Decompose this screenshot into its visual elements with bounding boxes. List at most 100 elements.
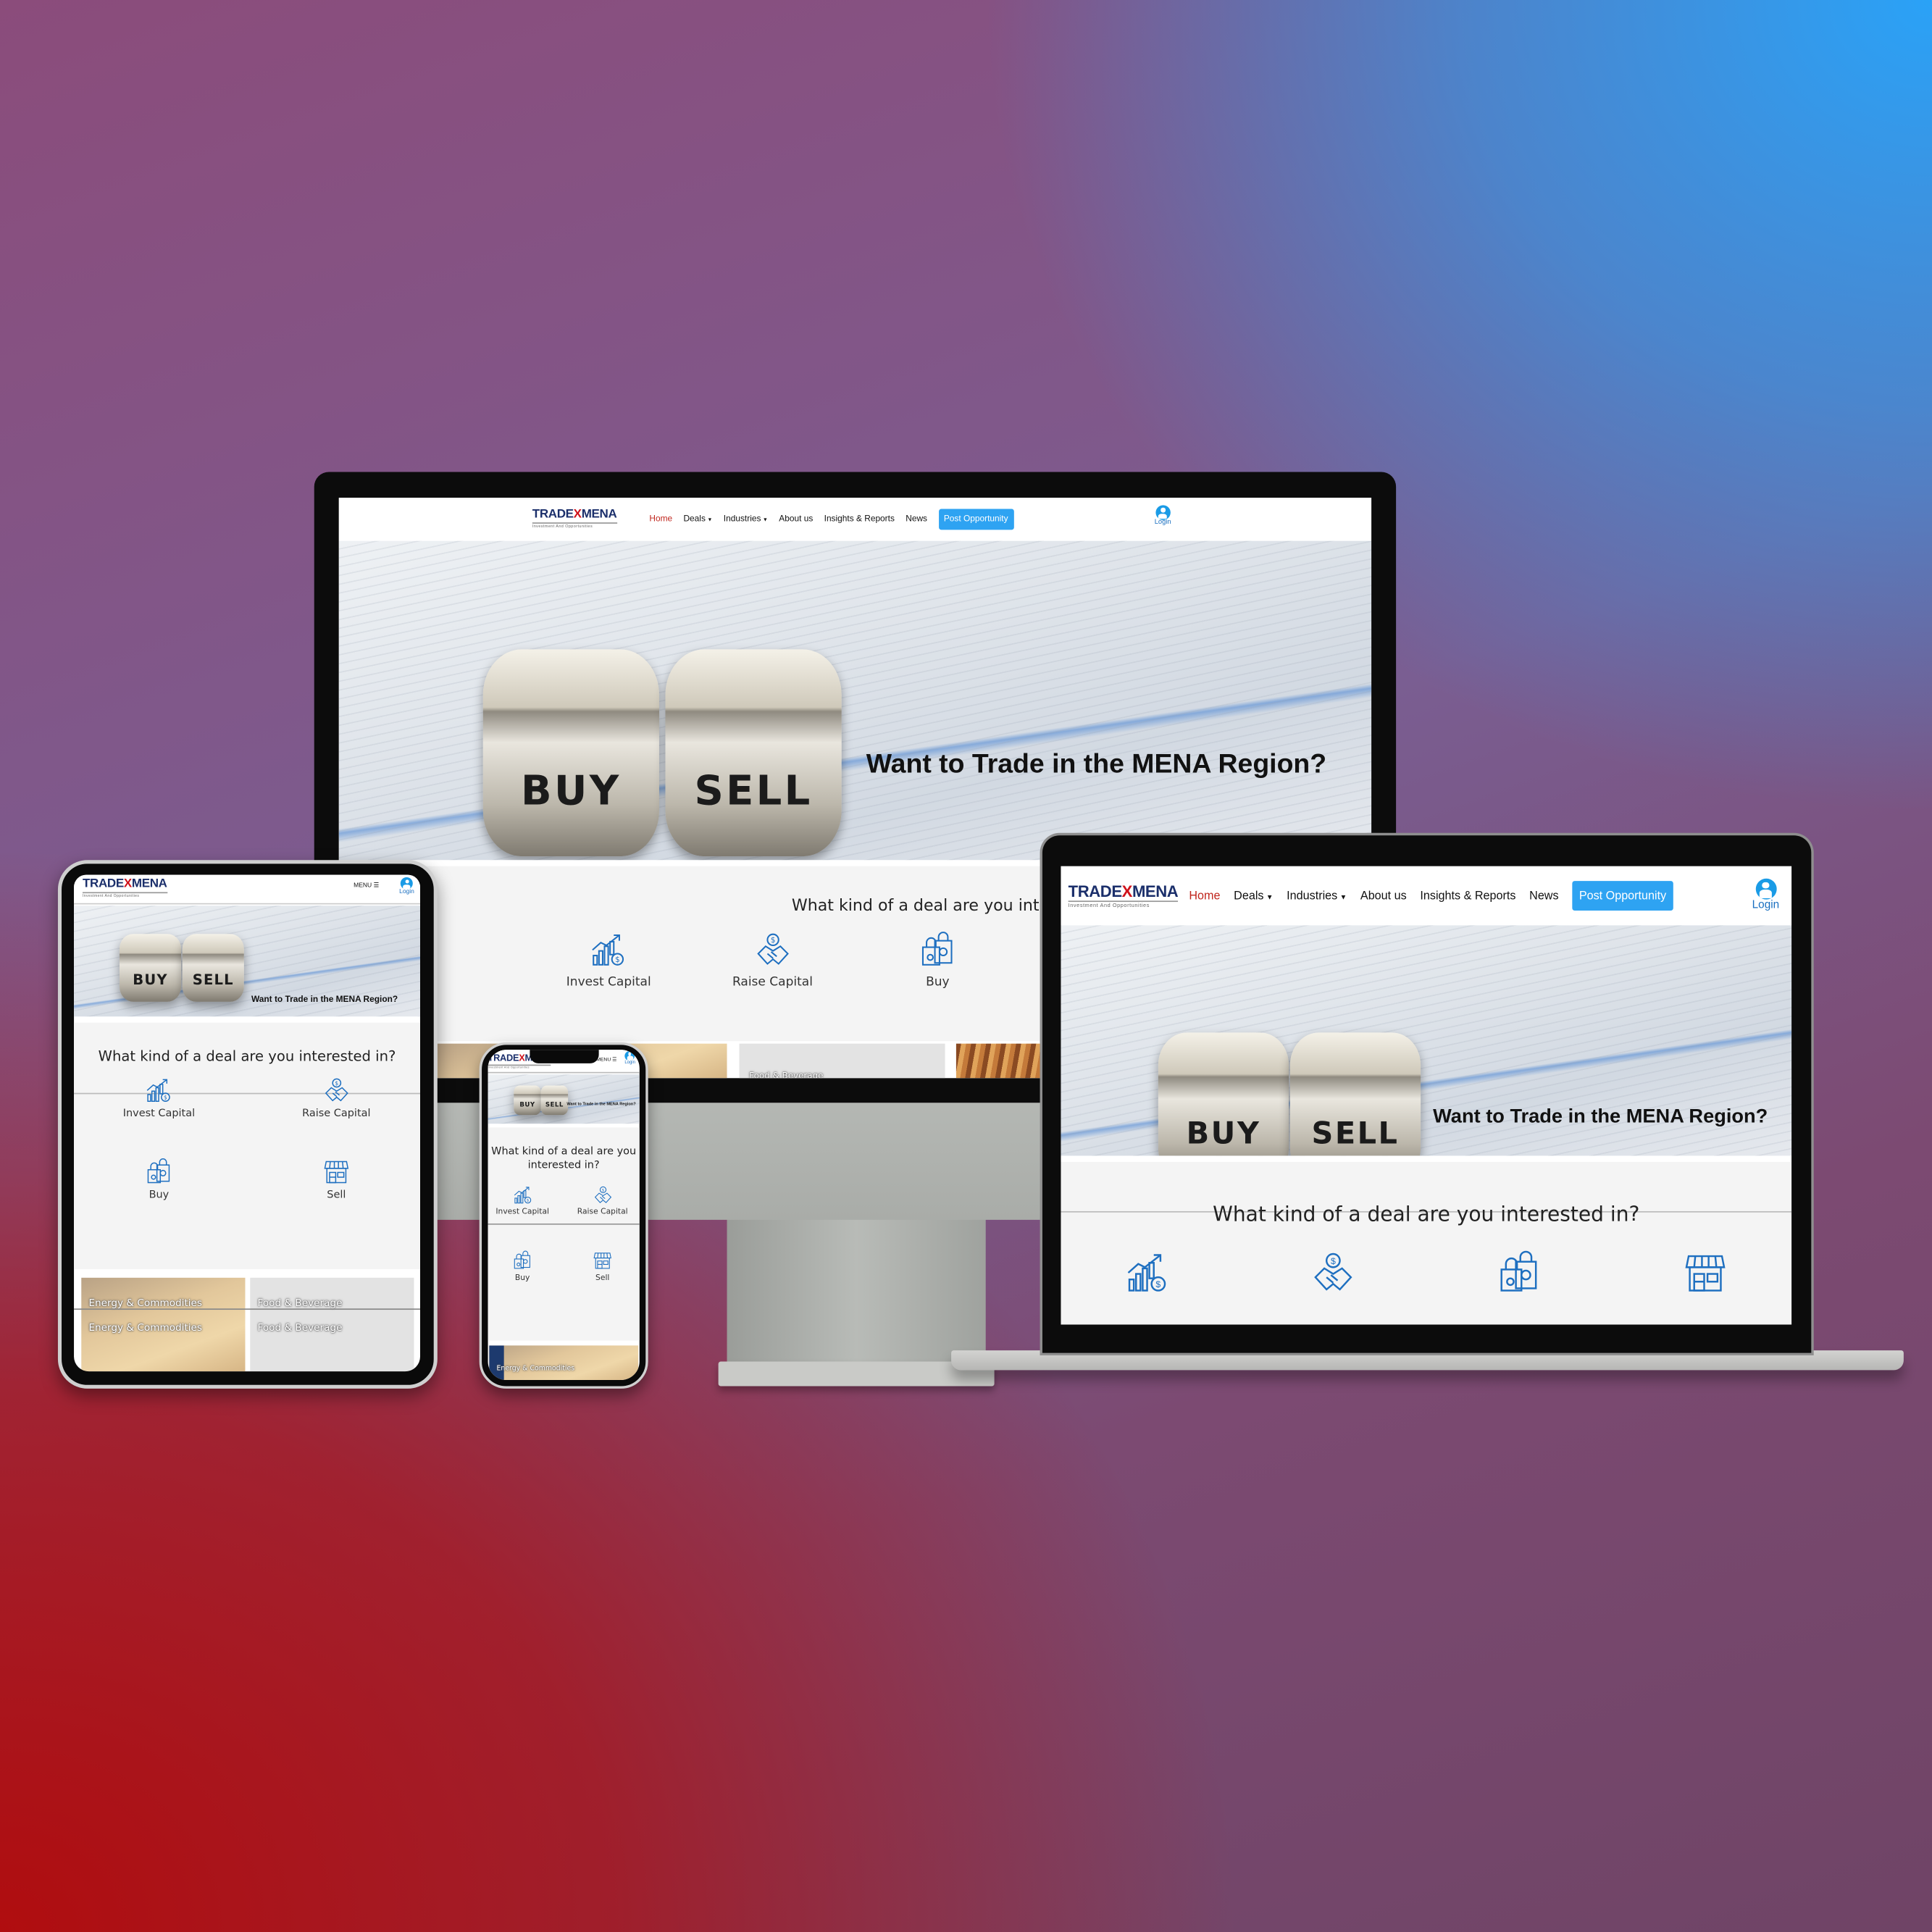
- hamburger-icon: ☰: [612, 1055, 617, 1063]
- nav-home[interactable]: Home: [1189, 889, 1220, 903]
- svg-text:$: $: [1155, 1279, 1161, 1289]
- logo-x: X: [123, 877, 132, 891]
- dice-buy-image: BUY: [482, 649, 659, 857]
- nav-industries[interactable]: Industries ▼: [724, 515, 768, 524]
- caret-down-icon: ▼: [762, 516, 768, 523]
- svg-text:$: $: [335, 1080, 338, 1087]
- deal-option-raise-capital[interactable]: $ Raise Capital: [302, 1077, 371, 1120]
- dice-sell-image: SELL: [665, 649, 842, 857]
- nav-label: Insights & Reports: [1420, 889, 1516, 903]
- login-button[interactable]: Login: [1155, 505, 1171, 527]
- category-card[interactable]: Food & Beverage: [739, 1043, 945, 1079]
- brand-logo[interactable]: TRADEXMENAInvestment And Opportunities: [532, 509, 617, 529]
- logo-x: X: [1121, 882, 1133, 901]
- post-opportunity-button[interactable]: Post Opportunity: [938, 509, 1014, 530]
- caret-down-icon: ▼: [707, 516, 713, 523]
- phone-screen: TRADEXMENAInvestment And OpportunitiesME…: [488, 1050, 640, 1380]
- nav-about-us[interactable]: About us: [1360, 889, 1407, 903]
- nav-deals[interactable]: Deals ▼: [683, 515, 712, 524]
- logo-x: X: [573, 507, 582, 522]
- deal-option-sell[interactable]: Sell: [323, 1158, 350, 1202]
- logo-text: MENA: [131, 877, 167, 891]
- shopping-bags-icon: [1500, 1250, 1537, 1292]
- deal-option-raise-capital[interactable]: $ Raise Capital: [732, 932, 813, 990]
- deal-option-label: Raise Capital: [732, 976, 813, 990]
- caret-down-icon: ▼: [1339, 893, 1347, 902]
- hamburger-icon: ☰: [373, 882, 380, 890]
- svg-text:$: $: [164, 1094, 167, 1100]
- logo-text: MENA: [581, 507, 617, 522]
- deal-option-buy[interactable]: Buy: [513, 1250, 532, 1283]
- invest-chart-icon: $: [1127, 1254, 1166, 1292]
- divider: [488, 1223, 640, 1225]
- category-label: Food & Beverage: [749, 1071, 824, 1079]
- nav-home[interactable]: Home: [649, 515, 672, 524]
- user-icon: [1155, 505, 1171, 520]
- storefront-icon: [1685, 1255, 1726, 1292]
- logo-text: TRADE: [488, 1052, 519, 1063]
- nav-news[interactable]: News: [906, 515, 927, 524]
- nav-label: Insights & Reports: [824, 514, 895, 524]
- handshake-coin-icon: $: [756, 933, 789, 965]
- deal-option-invest-capital[interactable]: $ Invest Capital: [122, 1077, 196, 1121]
- deal-option-raise-capital[interactable]: $ Raise Capital: [577, 1185, 628, 1216]
- hero-title: Want to Trade in the MENA Region?: [866, 748, 1327, 779]
- logo-x: X: [519, 1052, 525, 1063]
- site-header: TRADEXMENA Investment And Opportunities Ho…: [338, 498, 1372, 541]
- handshake-coin-icon: $: [1314, 1253, 1352, 1291]
- nav-label: About us: [779, 514, 814, 524]
- nav-label: News: [1529, 889, 1559, 903]
- deal-option-buy[interactable]: Buy: [146, 1158, 172, 1201]
- category-card[interactable]: Energy & Commodities Energy & Commodities: [81, 1277, 246, 1372]
- logo-tagline: Investment And Opportunities: [1068, 900, 1179, 908]
- invest-chart-icon: $: [147, 1079, 171, 1103]
- deal-option-raise-capital[interactable]: $: [1311, 1250, 1355, 1301]
- deal-heading: What kind of a deal are you interested i…: [1213, 1203, 1640, 1226]
- hero-banner: BUY SELL Want to Trade in the MENA Region?: [1061, 925, 1792, 1156]
- login-button[interactable]: Login: [624, 1050, 635, 1066]
- deal-section: What kind of a deal are you interested i…: [74, 1022, 421, 1269]
- nav-label: Home: [1189, 889, 1221, 903]
- deal-option-buy[interactable]: Buy: [919, 932, 956, 990]
- category-card[interactable]: Food & Beverage Food & Beverage: [250, 1277, 414, 1372]
- brand-logo[interactable]: TRADEXMENAInvestment And Opportunities: [1068, 882, 1179, 909]
- category-card[interactable]: Energy & Commodities: [489, 1345, 639, 1380]
- deal-option-invest-capital[interactable]: $: [1125, 1250, 1169, 1301]
- deal-option-label: Buy: [926, 976, 950, 990]
- caret-down-icon: ▼: [1266, 893, 1274, 902]
- laptop-base: [951, 1350, 1904, 1371]
- nav-about-us[interactable]: About us: [779, 515, 813, 524]
- deal-option-sell[interactable]: [1683, 1250, 1727, 1301]
- deal-option-label: Invest Capital: [122, 1108, 196, 1121]
- deal-option-label: Sell: [327, 1189, 346, 1202]
- menu-label: MENU: [354, 882, 372, 890]
- logo-text: MENA: [1132, 882, 1179, 901]
- invest-chart-icon: $: [592, 934, 624, 966]
- nav-industries[interactable]: Industries ▼: [1287, 889, 1347, 903]
- deal-option-sell[interactable]: Sell: [593, 1250, 612, 1283]
- post-opportunity-button[interactable]: Post Opportunity: [1572, 881, 1673, 911]
- deal-option-invest-capital[interactable]: $ Invest Capital: [566, 932, 651, 990]
- login-button[interactable]: Login: [1752, 878, 1779, 911]
- invest-chart-icon: $: [514, 1187, 531, 1204]
- brand-logo[interactable]: TRADEXMENAInvestment And Opportunities: [82, 877, 167, 898]
- nav-insights-reports[interactable]: Insights & Reports: [1420, 889, 1515, 903]
- nav-label: Deals: [683, 514, 706, 524]
- login-button[interactable]: Login: [399, 877, 414, 896]
- dice-buy-image: BUY: [119, 934, 182, 1002]
- deal-option-label: Sell: [595, 1274, 610, 1283]
- nav-insights-reports[interactable]: Insights & Reports: [824, 515, 895, 524]
- nav-news[interactable]: News: [1529, 889, 1558, 903]
- handshake-coin-icon: $: [325, 1078, 348, 1102]
- logo-text: TRADE: [82, 877, 124, 891]
- deal-option-buy[interactable]: [1497, 1250, 1542, 1301]
- device-mockup-stage: TRADEXMENA Investment And Opportunities Ho…: [0, 0, 1932, 1932]
- hero-title: Want to Trade in the MENA Region?: [251, 995, 398, 1005]
- shopping-bags-icon: [921, 932, 953, 966]
- category-card[interactable]: [955, 1043, 1042, 1079]
- deal-option-invest-capital[interactable]: $ Invest Capital: [495, 1185, 549, 1216]
- nav-deals[interactable]: Deals ▼: [1234, 889, 1273, 903]
- menu-button[interactable]: MENU ☰: [354, 882, 379, 890]
- menu-button[interactable]: MENU ☰: [596, 1056, 616, 1063]
- logo-tagline: Investment And Opportunities: [532, 522, 617, 529]
